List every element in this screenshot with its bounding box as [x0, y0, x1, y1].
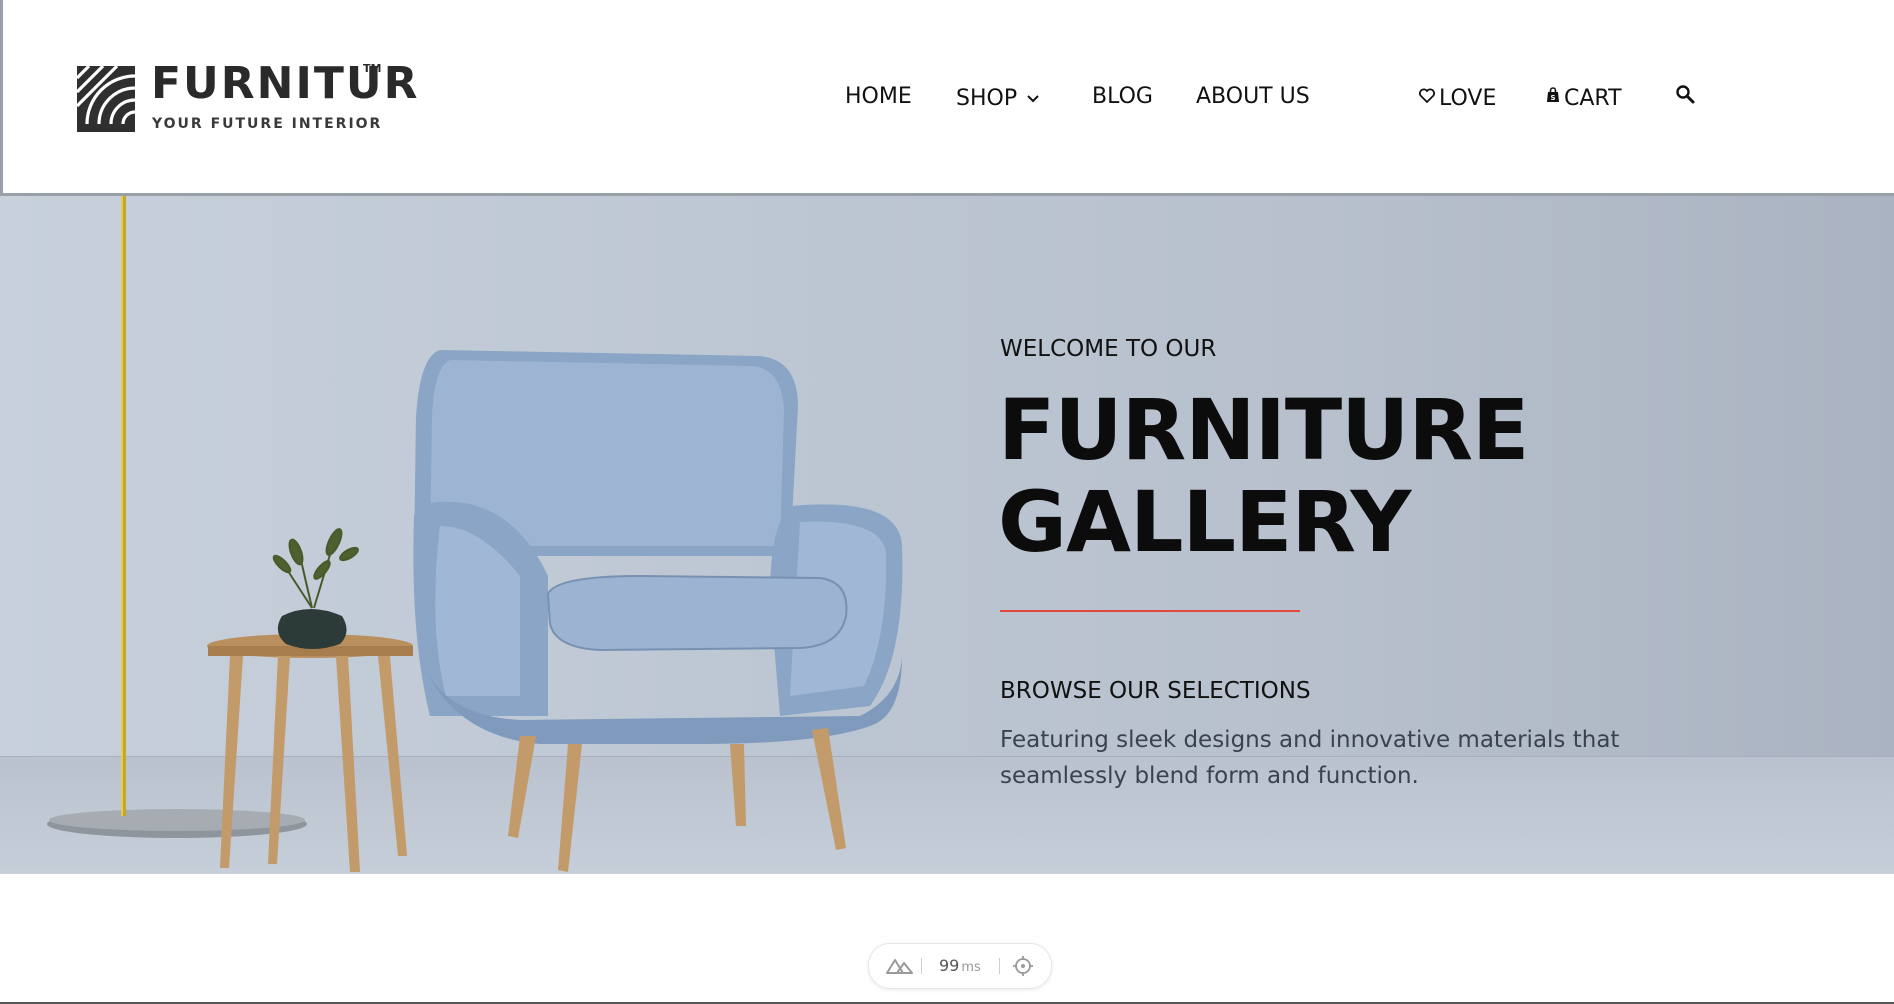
logo-tagline: YOUR FUTURE INTERIOR [152, 116, 383, 132]
search-icon [1675, 85, 1695, 110]
heart-icon [1419, 84, 1435, 110]
love-link[interactable]: LOVE [1419, 84, 1496, 112]
perf-separator [921, 958, 922, 974]
nav-home-label: HOME [845, 84, 912, 109]
perf-separator [999, 958, 1000, 974]
perf-ms-value: 99 [939, 956, 960, 975]
nav-about-us[interactable]: ABOUT US [1196, 84, 1310, 110]
logo[interactable]: FURNITUR TM YOUR FUTURE INTERIOR [75, 58, 417, 138]
nav-shop[interactable]: SHOP [956, 84, 1039, 112]
hero-eyebrow: WELCOME TO OUR [1000, 336, 1217, 362]
nav-blog[interactable]: BLOG [1092, 84, 1153, 110]
accent-divider [1000, 610, 1300, 612]
site-header: FURNITUR TM YOUR FUTURE INTERIOR HOME SH… [0, 0, 1894, 196]
vase [277, 609, 347, 649]
nav-home[interactable]: HOME [845, 84, 912, 110]
crosshair-icon[interactable] [1012, 955, 1034, 982]
nav-about-us-label: ABOUT US [1196, 84, 1310, 109]
perf-unit: ms [961, 960, 981, 975]
nav-shop-label: SHOP [956, 86, 1018, 111]
logo-trademark: TM [363, 62, 382, 75]
perf-value: 99 ms [939, 956, 981, 975]
hero-title: FURNITURE GALLERY [998, 384, 1618, 568]
perf-badge[interactable]: 99 ms [868, 943, 1052, 989]
shopping-bag-icon: S [1546, 84, 1560, 110]
hero-title-line-2: GALLERY [998, 473, 1411, 571]
svg-text:S: S [1550, 94, 1555, 102]
cart-link[interactable]: S CART [1546, 84, 1622, 112]
hero-title-line-1: FURNITURE [998, 381, 1529, 479]
armchair [413, 350, 903, 872]
logo-mark-icon [77, 66, 135, 132]
nav-blog-label: BLOG [1092, 84, 1153, 109]
love-label: LOVE [1439, 86, 1497, 111]
nuxt-icon [885, 957, 915, 980]
cart-label: CART [1564, 86, 1622, 111]
hero-subheading: BROWSE OUR SELECTIONS [1000, 678, 1311, 704]
chevron-down-icon [1027, 84, 1039, 110]
search-button[interactable] [1675, 84, 1695, 111]
hero-description: Featuring sleek designs and innovative m… [1000, 727, 1620, 789]
hero-image [47, 196, 903, 872]
hero-banner: WELCOME TO OUR FURNITURE GALLERY BROWSE … [0, 196, 1894, 874]
